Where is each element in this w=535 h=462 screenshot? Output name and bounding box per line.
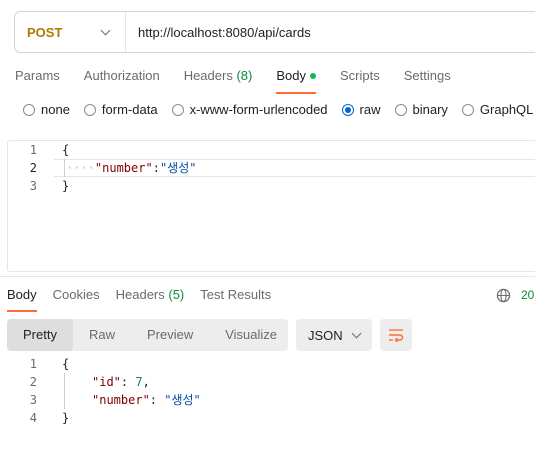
tab-body[interactable]: Body	[276, 66, 316, 94]
radio-button-checked[interactable]	[341, 103, 354, 116]
chevron-down-icon	[351, 328, 362, 338]
line-number: 3	[29, 179, 37, 193]
response-body-viewer[interactable]: 1 { 2 "id": 7, 3 "number": "생성" 4 }	[0, 355, 535, 435]
line-number: 3	[29, 393, 37, 407]
code-line: 4 }	[0, 409, 535, 427]
tab-test-results[interactable]: Test Results	[200, 287, 271, 312]
view-visualize-button[interactable]: Visualize	[209, 319, 293, 351]
chevron-down-icon	[100, 25, 111, 35]
code-text: {	[62, 355, 69, 373]
radio-graphql[interactable]: GraphQL	[461, 102, 534, 117]
code-line: 1 {	[0, 141, 535, 159]
request-tabs: Params Authorization Headers (8) Body Sc…	[15, 66, 475, 94]
line-number: 2	[29, 161, 37, 175]
tab-scripts[interactable]: Scripts	[340, 66, 380, 94]
json-value: 7	[135, 375, 143, 389]
tab-label: Scripts	[339, 68, 380, 83]
response-tabs: Body Cookies Headers (5) Test Results	[7, 287, 287, 312]
tab-headers[interactable]: Headers (8)	[184, 66, 253, 94]
status-code[interactable]: 20	[521, 288, 534, 302]
globe-icon[interactable]	[496, 288, 511, 303]
radio-none[interactable]: none	[23, 102, 70, 117]
request-url-bar: POST	[14, 11, 535, 53]
code-line: 2 ····"number":"생성"	[0, 159, 535, 177]
view-raw-button[interactable]: Raw	[73, 319, 131, 351]
close-brace: }	[62, 411, 70, 425]
radio-form-data[interactable]: form-data	[83, 102, 158, 117]
json-value: "생성"	[159, 161, 197, 175]
body-type-options: none form-data x-www-form-urlencoded raw…	[23, 102, 535, 117]
radio-binary[interactable]: binary	[394, 102, 448, 117]
code-text: }	[62, 177, 69, 195]
line-number: 1	[29, 357, 37, 371]
tab-label: Headers	[115, 287, 165, 302]
tab-response-body[interactable]: Body	[7, 287, 37, 312]
code-text: ····"number":"생성"	[66, 159, 196, 177]
line-number: 4	[29, 411, 37, 425]
radio-button[interactable]	[394, 103, 407, 116]
code-text: {	[62, 141, 69, 159]
code-line: 3 }	[0, 177, 535, 195]
wrap-lines-button[interactable]	[380, 319, 412, 351]
close-brace: }	[62, 179, 70, 193]
tab-label: Body	[276, 68, 306, 83]
url-input[interactable]	[126, 24, 535, 40]
pane-divider[interactable]	[0, 276, 535, 277]
tab-settings[interactable]: Settings	[404, 66, 451, 94]
tab-label: Headers	[183, 68, 233, 83]
headers-count: (8)	[236, 68, 253, 83]
format-label: JSON	[308, 327, 343, 343]
code-text: }	[62, 409, 69, 427]
code-text: "number": "생성"	[92, 393, 201, 407]
view-pretty-button[interactable]: Pretty	[7, 319, 73, 351]
radio-urlencoded[interactable]: x-www-form-urlencoded	[171, 102, 328, 117]
radio-label: raw	[359, 102, 381, 117]
tab-label: Settings	[403, 68, 451, 83]
code-line: 3 "number": "생성"	[0, 391, 535, 409]
tab-label: Cookies	[52, 287, 100, 302]
tab-authorization[interactable]: Authorization	[84, 66, 160, 94]
open-brace: {	[62, 143, 70, 157]
tab-response-headers[interactable]: Headers (5)	[116, 287, 185, 312]
view-preview-button[interactable]: Preview	[131, 319, 209, 351]
tab-label: Authorization	[83, 68, 160, 83]
tab-cookies[interactable]: Cookies	[53, 287, 100, 312]
open-brace: {	[62, 357, 70, 371]
radio-label: GraphQL	[479, 102, 534, 117]
response-headers-count: (5)	[168, 287, 185, 302]
radio-label: form-data	[101, 102, 158, 117]
tab-label: Params	[15, 68, 60, 83]
radio-label: binary	[412, 102, 448, 117]
tab-params[interactable]: Params	[15, 66, 60, 94]
line-number: 2	[29, 375, 37, 389]
json-colon: :	[152, 161, 160, 175]
tab-label: Test Results	[200, 287, 272, 302]
code-text: "id": 7,	[92, 375, 150, 389]
radio-button[interactable]	[171, 103, 184, 116]
whitespace-dots: ····	[66, 161, 95, 175]
radio-label: x-www-form-urlencoded	[189, 102, 328, 117]
view-mode-toggle: Pretty Raw Preview Visualize	[7, 319, 288, 351]
radio-button[interactable]	[461, 103, 474, 116]
method-selector[interactable]: POST	[15, 12, 126, 52]
json-key: "number"	[92, 393, 150, 407]
tab-label: Body	[7, 287, 37, 302]
method-label: POST	[27, 24, 63, 40]
code-line: 2 "id": 7,	[0, 373, 535, 391]
radio-button[interactable]	[23, 103, 35, 116]
json-key: "number"	[94, 161, 153, 175]
json-value: "생성"	[164, 393, 201, 407]
json-key: "id"	[92, 375, 121, 389]
format-dropdown[interactable]: JSON	[296, 319, 372, 351]
radio-button[interactable]	[83, 103, 96, 116]
radio-raw[interactable]: raw	[341, 102, 381, 117]
line-number: 1	[29, 143, 37, 157]
wrap-lines-icon	[389, 329, 404, 342]
radio-label: none	[41, 102, 70, 117]
body-indicator-dot	[309, 72, 316, 79]
code-line: 1 {	[0, 355, 535, 373]
